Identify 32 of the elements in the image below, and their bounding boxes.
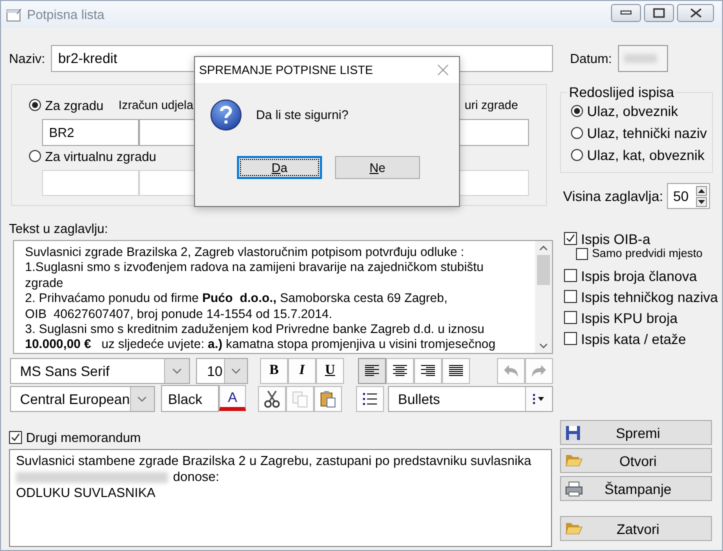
checkbox-label: Ispis tehničkog naziva bbox=[581, 288, 718, 304]
text-line: 2. Prihvaćamo ponudu od firme Pućo d.o.o., Samoborska cesta 69 Zagreb, bbox=[25, 291, 448, 307]
radio-label: Za zgradu bbox=[45, 98, 104, 112]
column-label: uri zgrade bbox=[464, 98, 518, 112]
window-title: Potpisna lista bbox=[27, 7, 104, 22]
header-height-label: Visina zaglavlja: bbox=[563, 188, 664, 204]
text-line: 10.000,00 € uz sljedeće uvjete: a.) kamatna stopa promjenjiva u visini tromjesečnog bbox=[25, 337, 496, 353]
date-label: Datum: bbox=[570, 50, 612, 66]
dialog-title: SPREMANJE POTPISNE LISTE bbox=[199, 63, 374, 77]
name-label: Naziv: bbox=[9, 50, 46, 66]
text-line: ODLUKU SUVLASNIKA bbox=[16, 485, 156, 501]
group-title: Redoslijed ispisa bbox=[568, 84, 676, 100]
radio-label: Ulaz, obveznik bbox=[587, 103, 678, 119]
text-line: OIB 40627607407, broj ponude 14-1554 od 15.7.2014. bbox=[25, 306, 334, 322]
checkbox-label: Ispis broja članova bbox=[581, 268, 697, 284]
checkbox-label: Ispis KPU broja bbox=[581, 310, 678, 326]
text-line: 1.Suglasni smo s izvođenjem radova na zamijeni bravarije na zajedničkom stubištu bbox=[25, 260, 485, 276]
radio-label: Ulaz, tehnički naziv bbox=[587, 125, 707, 141]
checkbox-label: Ispis kata / etaže bbox=[581, 330, 686, 346]
text-line: zgrade bbox=[25, 276, 64, 292]
radio-label: Za virtualnu zgradu bbox=[45, 148, 156, 164]
header-text-label: Tekst u zaglavlju: bbox=[9, 221, 109, 236]
text-line: 3. Suglasni smo s kreditnim zaduženjem kod Privredne banke Zagreb d.d. u iznosu bbox=[25, 322, 486, 338]
radio-label: Ulaz, kat, obveznik bbox=[587, 147, 704, 163]
text-line: donose: bbox=[173, 469, 220, 485]
checkbox-label: Ispis OIB-a bbox=[581, 230, 650, 246]
dialog-message: Da li ste sigurni? bbox=[256, 108, 348, 122]
checkbox-label: Samo predvidi mjesto bbox=[592, 248, 703, 260]
text-line: Suvlasnici zgrade Brazilska 2, Zagreb vlastoručnim potpisom potvrđuju odluke : bbox=[25, 245, 466, 260]
column-label: Izračun udjela bbox=[118, 98, 194, 112]
text-line: Suvlasnici stambene zgrade Brazilska 2 u Zagrebu, zastupani po predstavniku suvlasnika bbox=[16, 453, 532, 469]
checkbox-label: Drugi memorandum bbox=[26, 430, 141, 444]
